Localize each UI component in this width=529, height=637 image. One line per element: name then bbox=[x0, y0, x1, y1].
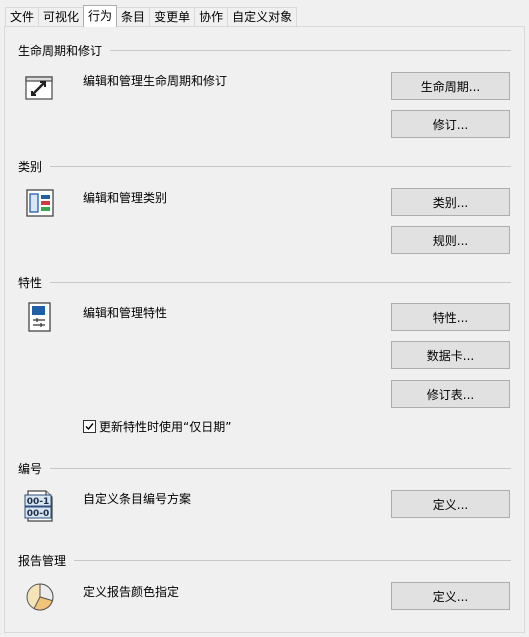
lifecycle-description: 编辑和管理生命周期和修订 bbox=[83, 74, 228, 88]
category-list-icon bbox=[24, 187, 56, 219]
section-divider bbox=[110, 49, 511, 51]
report-section-title: 报告管理 bbox=[18, 553, 67, 568]
numbering-icon-text-1: 00-1 bbox=[27, 497, 50, 507]
section-divider bbox=[50, 281, 511, 283]
category-description: 编辑和管理类别 bbox=[83, 191, 168, 205]
lifecycle-button[interactable]: 生命周期... bbox=[391, 72, 510, 100]
numbering-description: 自定义条目编号方案 bbox=[83, 492, 192, 506]
report-define-button[interactable]: 定义... bbox=[391, 582, 510, 610]
numbering-icon-text-2: 00-0 bbox=[27, 509, 50, 519]
tab-file[interactable]: 文件 bbox=[5, 7, 40, 27]
section-divider bbox=[50, 467, 511, 469]
category-section-title: 类别 bbox=[18, 159, 43, 174]
numbering-scheme-icon: 00-1 00-0 bbox=[24, 489, 56, 522]
property-description: 编辑和管理特性 bbox=[83, 306, 168, 320]
pie-chart-icon bbox=[24, 581, 56, 613]
numbering-section-header: 编号 bbox=[18, 461, 511, 476]
lifecycle-section-header: 生命周期和修订 bbox=[18, 43, 511, 58]
date-only-checkbox-label: 更新特性时使用“仅日期” bbox=[99, 420, 232, 434]
property-sheet-icon bbox=[24, 301, 56, 333]
category-section-header: 类别 bbox=[18, 159, 511, 174]
tab-visualization[interactable]: 可视化 bbox=[38, 7, 85, 27]
rules-button[interactable]: 规则... bbox=[391, 226, 510, 254]
lifecycle-section-title: 生命周期和修订 bbox=[18, 43, 103, 58]
property-section-title: 特性 bbox=[18, 275, 43, 290]
date-only-checkbox-row[interactable]: 更新特性时使用“仅日期” bbox=[83, 418, 231, 435]
section-divider bbox=[50, 165, 511, 167]
numbering-section-title: 编号 bbox=[18, 461, 43, 476]
revision-table-button[interactable]: 修订表... bbox=[391, 380, 510, 408]
property-section-header: 特性 bbox=[18, 275, 511, 290]
date-only-checkbox[interactable] bbox=[83, 420, 96, 433]
section-divider bbox=[74, 559, 511, 561]
datacard-button[interactable]: 数据卡... bbox=[391, 341, 510, 369]
tab-bar: 文件 可视化 行为 条目 变更单 协作 自定义对象 bbox=[5, 5, 298, 27]
property-button[interactable]: 特性... bbox=[391, 303, 510, 331]
tab-items[interactable]: 条目 bbox=[116, 7, 151, 27]
category-button[interactable]: 类别... bbox=[391, 188, 510, 216]
report-section-header: 报告管理 bbox=[18, 553, 511, 568]
tab-custom-objects[interactable]: 自定义对象 bbox=[227, 7, 298, 27]
revision-button[interactable]: 修订... bbox=[391, 110, 510, 138]
numbering-define-button[interactable]: 定义... bbox=[391, 490, 510, 518]
tab-collaboration[interactable]: 协作 bbox=[194, 7, 229, 27]
tab-change-order[interactable]: 变更单 bbox=[149, 7, 196, 27]
report-description: 定义报告颜色指定 bbox=[83, 585, 180, 599]
edit-window-icon bbox=[24, 72, 56, 104]
tab-behavior[interactable]: 行为 bbox=[83, 5, 118, 27]
